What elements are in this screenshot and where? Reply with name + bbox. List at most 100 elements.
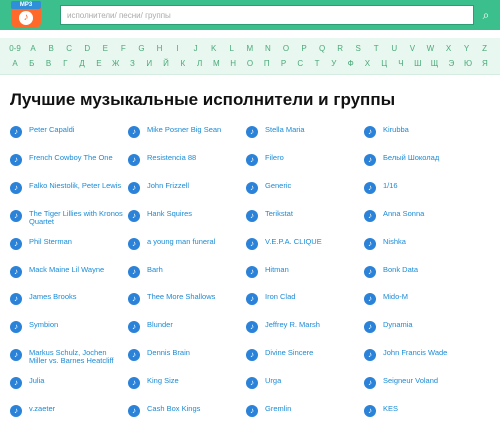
letter-link[interactable]: Г bbox=[58, 57, 72, 71]
artist-link[interactable]: V.E.P.A. CLIQUE bbox=[265, 237, 361, 246]
letter-link[interactable]: E bbox=[98, 42, 112, 56]
artist-link[interactable]: Filero bbox=[265, 153, 361, 162]
artist-link[interactable]: Hitman bbox=[265, 265, 361, 274]
letter-link[interactable]: Н bbox=[226, 57, 240, 71]
artist-link[interactable]: a young man funeral bbox=[147, 237, 243, 246]
letter-link[interactable]: В bbox=[42, 57, 56, 71]
artist-item[interactable]: ♪ King Size bbox=[128, 375, 246, 403]
letter-link[interactable]: Щ bbox=[428, 57, 442, 71]
artist-link[interactable]: Resistencia 88 bbox=[147, 153, 243, 162]
letter-link[interactable]: T bbox=[369, 42, 383, 56]
search-icon[interactable]: ⌕ bbox=[478, 5, 494, 25]
letter-link[interactable]: Л bbox=[193, 57, 207, 71]
letter-link[interactable]: К bbox=[176, 57, 190, 71]
artist-link[interactable]: Bonk Data bbox=[383, 265, 479, 274]
artist-item[interactable]: ♪ Kirubba bbox=[364, 124, 482, 152]
letter-link[interactable]: Б bbox=[25, 57, 39, 71]
artist-link[interactable]: Blunder bbox=[147, 321, 243, 329]
artist-link[interactable]: Nishka bbox=[383, 237, 479, 246]
artist-item[interactable]: ♪ John Francis Wade bbox=[364, 347, 482, 375]
letter-link[interactable]: Я bbox=[478, 57, 492, 71]
letter-link[interactable]: M bbox=[243, 42, 257, 56]
artist-link[interactable]: Phil Sterman bbox=[29, 237, 125, 246]
letter-link[interactable]: Ш bbox=[411, 57, 425, 71]
artist-item[interactable]: ♪ Mack Maine Lil Wayne bbox=[10, 264, 128, 292]
letter-link[interactable]: Э bbox=[444, 57, 458, 71]
letter-link[interactable]: N bbox=[261, 42, 275, 56]
artist-item[interactable]: ♪ Anna Sonna bbox=[364, 208, 482, 236]
letter-link[interactable]: J bbox=[189, 42, 203, 56]
letter-link[interactable]: Е bbox=[92, 57, 106, 71]
artist-item[interactable]: ♪ Urga bbox=[246, 375, 364, 403]
letter-link[interactable]: Ч bbox=[394, 57, 408, 71]
artist-link[interactable]: King Size bbox=[147, 377, 243, 385]
artist-item[interactable]: ♪ John Frizzell bbox=[128, 180, 246, 208]
letter-link[interactable]: А bbox=[8, 57, 22, 71]
letter-link[interactable]: С bbox=[293, 57, 307, 71]
artist-item[interactable]: ♪ Hitman bbox=[246, 264, 364, 292]
artist-link[interactable]: Gremlin bbox=[265, 405, 361, 413]
artist-link[interactable]: Mack Maine Lil Wayne bbox=[29, 265, 125, 274]
artist-item[interactable]: ♪ Stella Maria bbox=[246, 124, 364, 152]
letter-link[interactable]: З bbox=[125, 57, 139, 71]
artist-item[interactable]: ♪ KES bbox=[364, 403, 482, 431]
letter-link[interactable]: U bbox=[387, 42, 401, 56]
letter-link[interactable]: G bbox=[134, 42, 148, 56]
artist-link[interactable]: Dennis Brain bbox=[147, 349, 243, 357]
artist-link[interactable]: Anna Sonna bbox=[383, 209, 479, 218]
letter-link[interactable]: Y bbox=[460, 42, 474, 56]
artist-link[interactable]: v.zaeter bbox=[29, 405, 125, 413]
letter-link[interactable]: H bbox=[153, 42, 167, 56]
artist-item[interactable]: ♪ Bonk Data bbox=[364, 264, 482, 292]
artist-link[interactable]: Symbion bbox=[29, 321, 125, 329]
artist-item[interactable]: ♪ Filero bbox=[246, 152, 364, 180]
artist-link[interactable]: Seigneur Voland bbox=[383, 377, 479, 385]
artist-item[interactable]: ♪ James Brooks bbox=[10, 291, 128, 319]
letter-link[interactable]: P bbox=[297, 42, 311, 56]
artist-item[interactable]: ♪ Symbion bbox=[10, 319, 128, 347]
artist-item[interactable]: ♪ Dennis Brain bbox=[128, 347, 246, 375]
letter-link[interactable]: Z bbox=[478, 42, 492, 56]
letter-link[interactable]: Ю bbox=[461, 57, 475, 71]
artist-link[interactable]: Mido-M bbox=[383, 293, 479, 301]
artist-item[interactable]: ♪ Nishka bbox=[364, 236, 482, 264]
artist-item[interactable]: ♪ Gremlin bbox=[246, 403, 364, 431]
artist-item[interactable]: ♪ Dynamia bbox=[364, 319, 482, 347]
artist-link[interactable]: Kirubba bbox=[383, 126, 479, 134]
letter-link[interactable]: Ж bbox=[109, 57, 123, 71]
letter-link[interactable]: У bbox=[327, 57, 341, 71]
artist-item[interactable]: ♪ French Cowboy The One bbox=[10, 152, 128, 180]
artist-item[interactable]: ♪ Thee More Shallows bbox=[128, 291, 246, 319]
letter-link[interactable]: Т bbox=[310, 57, 324, 71]
letter-link[interactable]: L bbox=[225, 42, 239, 56]
letter-link[interactable]: A bbox=[26, 42, 40, 56]
artist-link[interactable]: French Cowboy The One bbox=[29, 153, 125, 162]
artist-item[interactable]: ♪ Peter Capaldi bbox=[10, 124, 128, 152]
artist-item[interactable]: ♪ Julia bbox=[10, 375, 128, 403]
letter-link[interactable]: О bbox=[243, 57, 257, 71]
artist-item[interactable]: ♪ 1/16 bbox=[364, 180, 482, 208]
artist-link[interactable]: 1/16 bbox=[383, 181, 479, 190]
artist-link[interactable]: Barh bbox=[147, 265, 243, 274]
search-input[interactable] bbox=[60, 5, 474, 25]
artist-link[interactable]: James Brooks bbox=[29, 293, 125, 301]
artist-item[interactable]: ♪ The Tiger Lillies with Kronos Quartet bbox=[10, 208, 128, 236]
letter-link[interactable]: B bbox=[44, 42, 58, 56]
artist-item[interactable]: ♪ Barh bbox=[128, 264, 246, 292]
artist-item[interactable]: ♪ a young man funeral bbox=[128, 236, 246, 264]
artist-link[interactable]: Hank Squires bbox=[147, 209, 243, 218]
letter-link[interactable]: F bbox=[116, 42, 130, 56]
letter-link[interactable]: R bbox=[333, 42, 347, 56]
letter-link[interactable]: 0-9 bbox=[8, 42, 22, 56]
artist-link[interactable]: Cash Box Kings bbox=[147, 405, 243, 413]
artist-item[interactable]: ♪ Generic bbox=[246, 180, 364, 208]
letter-link[interactable]: М bbox=[209, 57, 223, 71]
artist-item[interactable]: ♪ Jeffrey R. Marsh bbox=[246, 319, 364, 347]
artist-link[interactable]: Markus Schulz, Jochen Miller vs. Barnes … bbox=[29, 349, 125, 365]
letter-link[interactable]: V bbox=[405, 42, 419, 56]
artist-link[interactable]: Urga bbox=[265, 377, 361, 385]
artist-link[interactable]: Julia bbox=[29, 377, 125, 385]
site-logo[interactable]: MP3 ♪ bbox=[11, 1, 41, 28]
letter-link[interactable]: Ф bbox=[344, 57, 358, 71]
artist-item[interactable]: ♪ Falko Niestolik, Peter Lewis bbox=[10, 180, 128, 208]
